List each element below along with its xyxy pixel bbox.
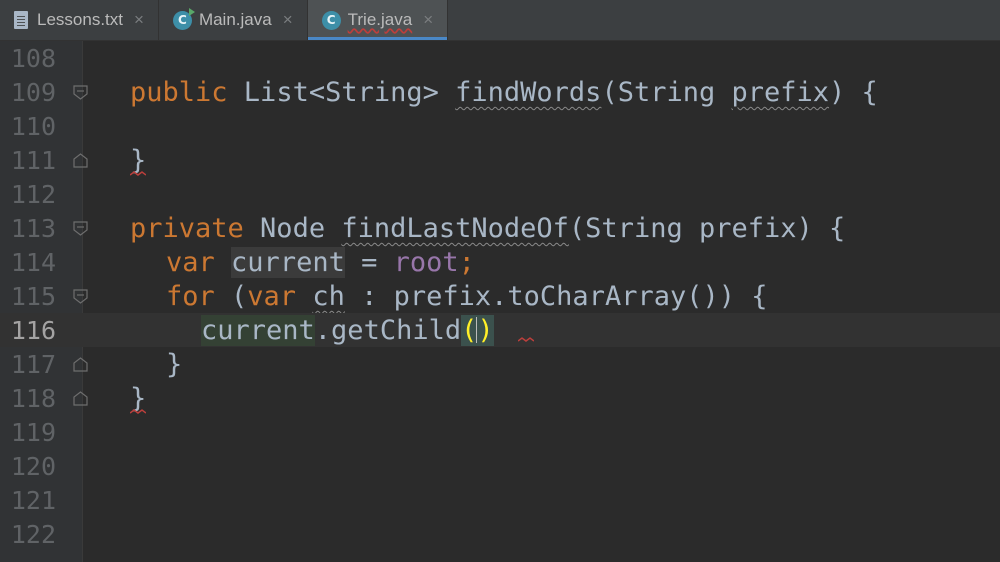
code-line[interactable]: 120 [0, 449, 1000, 483]
code-line[interactable]: 117 } [0, 347, 1000, 381]
code-line[interactable]: 122 [0, 517, 1000, 551]
line-number: 113 [10, 214, 56, 243]
line-number: 110 [10, 112, 56, 141]
code-line[interactable]: 114 var current = root; [0, 245, 1000, 279]
fold-open-icon[interactable] [73, 221, 88, 236]
java-class-run-icon: C [172, 7, 195, 30]
tab-trie-java[interactable]: C Trie.java × [307, 0, 449, 40]
fold-close-icon[interactable] [73, 357, 88, 372]
close-icon[interactable]: × [134, 10, 144, 30]
code-text: for (var ch : prefix.toCharArray()) { [166, 281, 768, 312]
code-line[interactable]: 118 } [0, 381, 1000, 415]
code-text: } [166, 349, 183, 380]
code-text: private Node findLastNodeOf(String prefi… [130, 213, 846, 244]
matched-paren-close: ) [477, 315, 494, 346]
line-number: 111 [10, 146, 56, 175]
code-line[interactable]: 111 } [0, 143, 1000, 177]
line-number: 120 [10, 452, 56, 481]
code-line[interactable]: 108 [0, 41, 1000, 75]
code-text: public List<String> findWords(String pre… [130, 77, 878, 108]
line-number: 118 [10, 384, 56, 413]
line-number: 108 [10, 44, 56, 73]
editor-tab-bar: Lessons.txt × C Main.java × C Trie.java … [0, 0, 1000, 41]
close-icon[interactable]: × [283, 10, 293, 30]
code-editor[interactable]: 108 109 public List<String> findWords(St… [0, 41, 1000, 562]
code-line-current[interactable]: 116 current.getChild() [0, 313, 1000, 347]
error-squiggle [518, 337, 534, 342]
code-text: var current = root; [166, 247, 475, 278]
code-line[interactable]: 115 for (var ch : prefix.toCharArray()) … [0, 279, 1000, 313]
code-line[interactable]: 119 [0, 415, 1000, 449]
code-line[interactable]: 113 private Node findLastNodeOf(String p… [0, 211, 1000, 245]
line-number: 121 [10, 486, 56, 515]
class-icon-letter: C [326, 13, 336, 27]
tab-label: Trie.java [347, 10, 413, 29]
tab-main-java[interactable]: C Main.java × [159, 0, 308, 40]
class-icon-letter: C [178, 13, 187, 27]
code-line[interactable]: 121 [0, 483, 1000, 517]
line-number: 119 [10, 418, 56, 447]
tab-label: Lessons.txt [37, 10, 123, 29]
line-number: 116 [10, 316, 56, 345]
matched-paren-open: ( [461, 315, 478, 346]
line-number: 117 [10, 350, 56, 379]
java-class-icon: C [321, 10, 341, 30]
line-number: 122 [10, 520, 56, 549]
tab-label: Main.java [198, 10, 272, 29]
text-file-icon [14, 11, 28, 29]
line-number: 109 [10, 78, 56, 107]
fold-open-icon[interactable] [73, 85, 88, 100]
line-number: 112 [10, 180, 56, 209]
code-line[interactable]: 112 [0, 177, 1000, 211]
code-line[interactable]: 110 [0, 109, 1000, 143]
fold-close-icon[interactable] [73, 153, 88, 168]
fold-close-icon[interactable] [73, 391, 88, 406]
line-number: 114 [10, 248, 56, 277]
line-number: 115 [10, 282, 56, 311]
close-icon[interactable]: × [423, 10, 433, 30]
code-text: current.getChild() [201, 315, 494, 346]
code-line[interactable]: 109 public List<String> findWords(String… [0, 75, 1000, 109]
tab-lessons-txt[interactable]: Lessons.txt × [0, 0, 159, 40]
fold-open-icon[interactable] [73, 289, 88, 304]
